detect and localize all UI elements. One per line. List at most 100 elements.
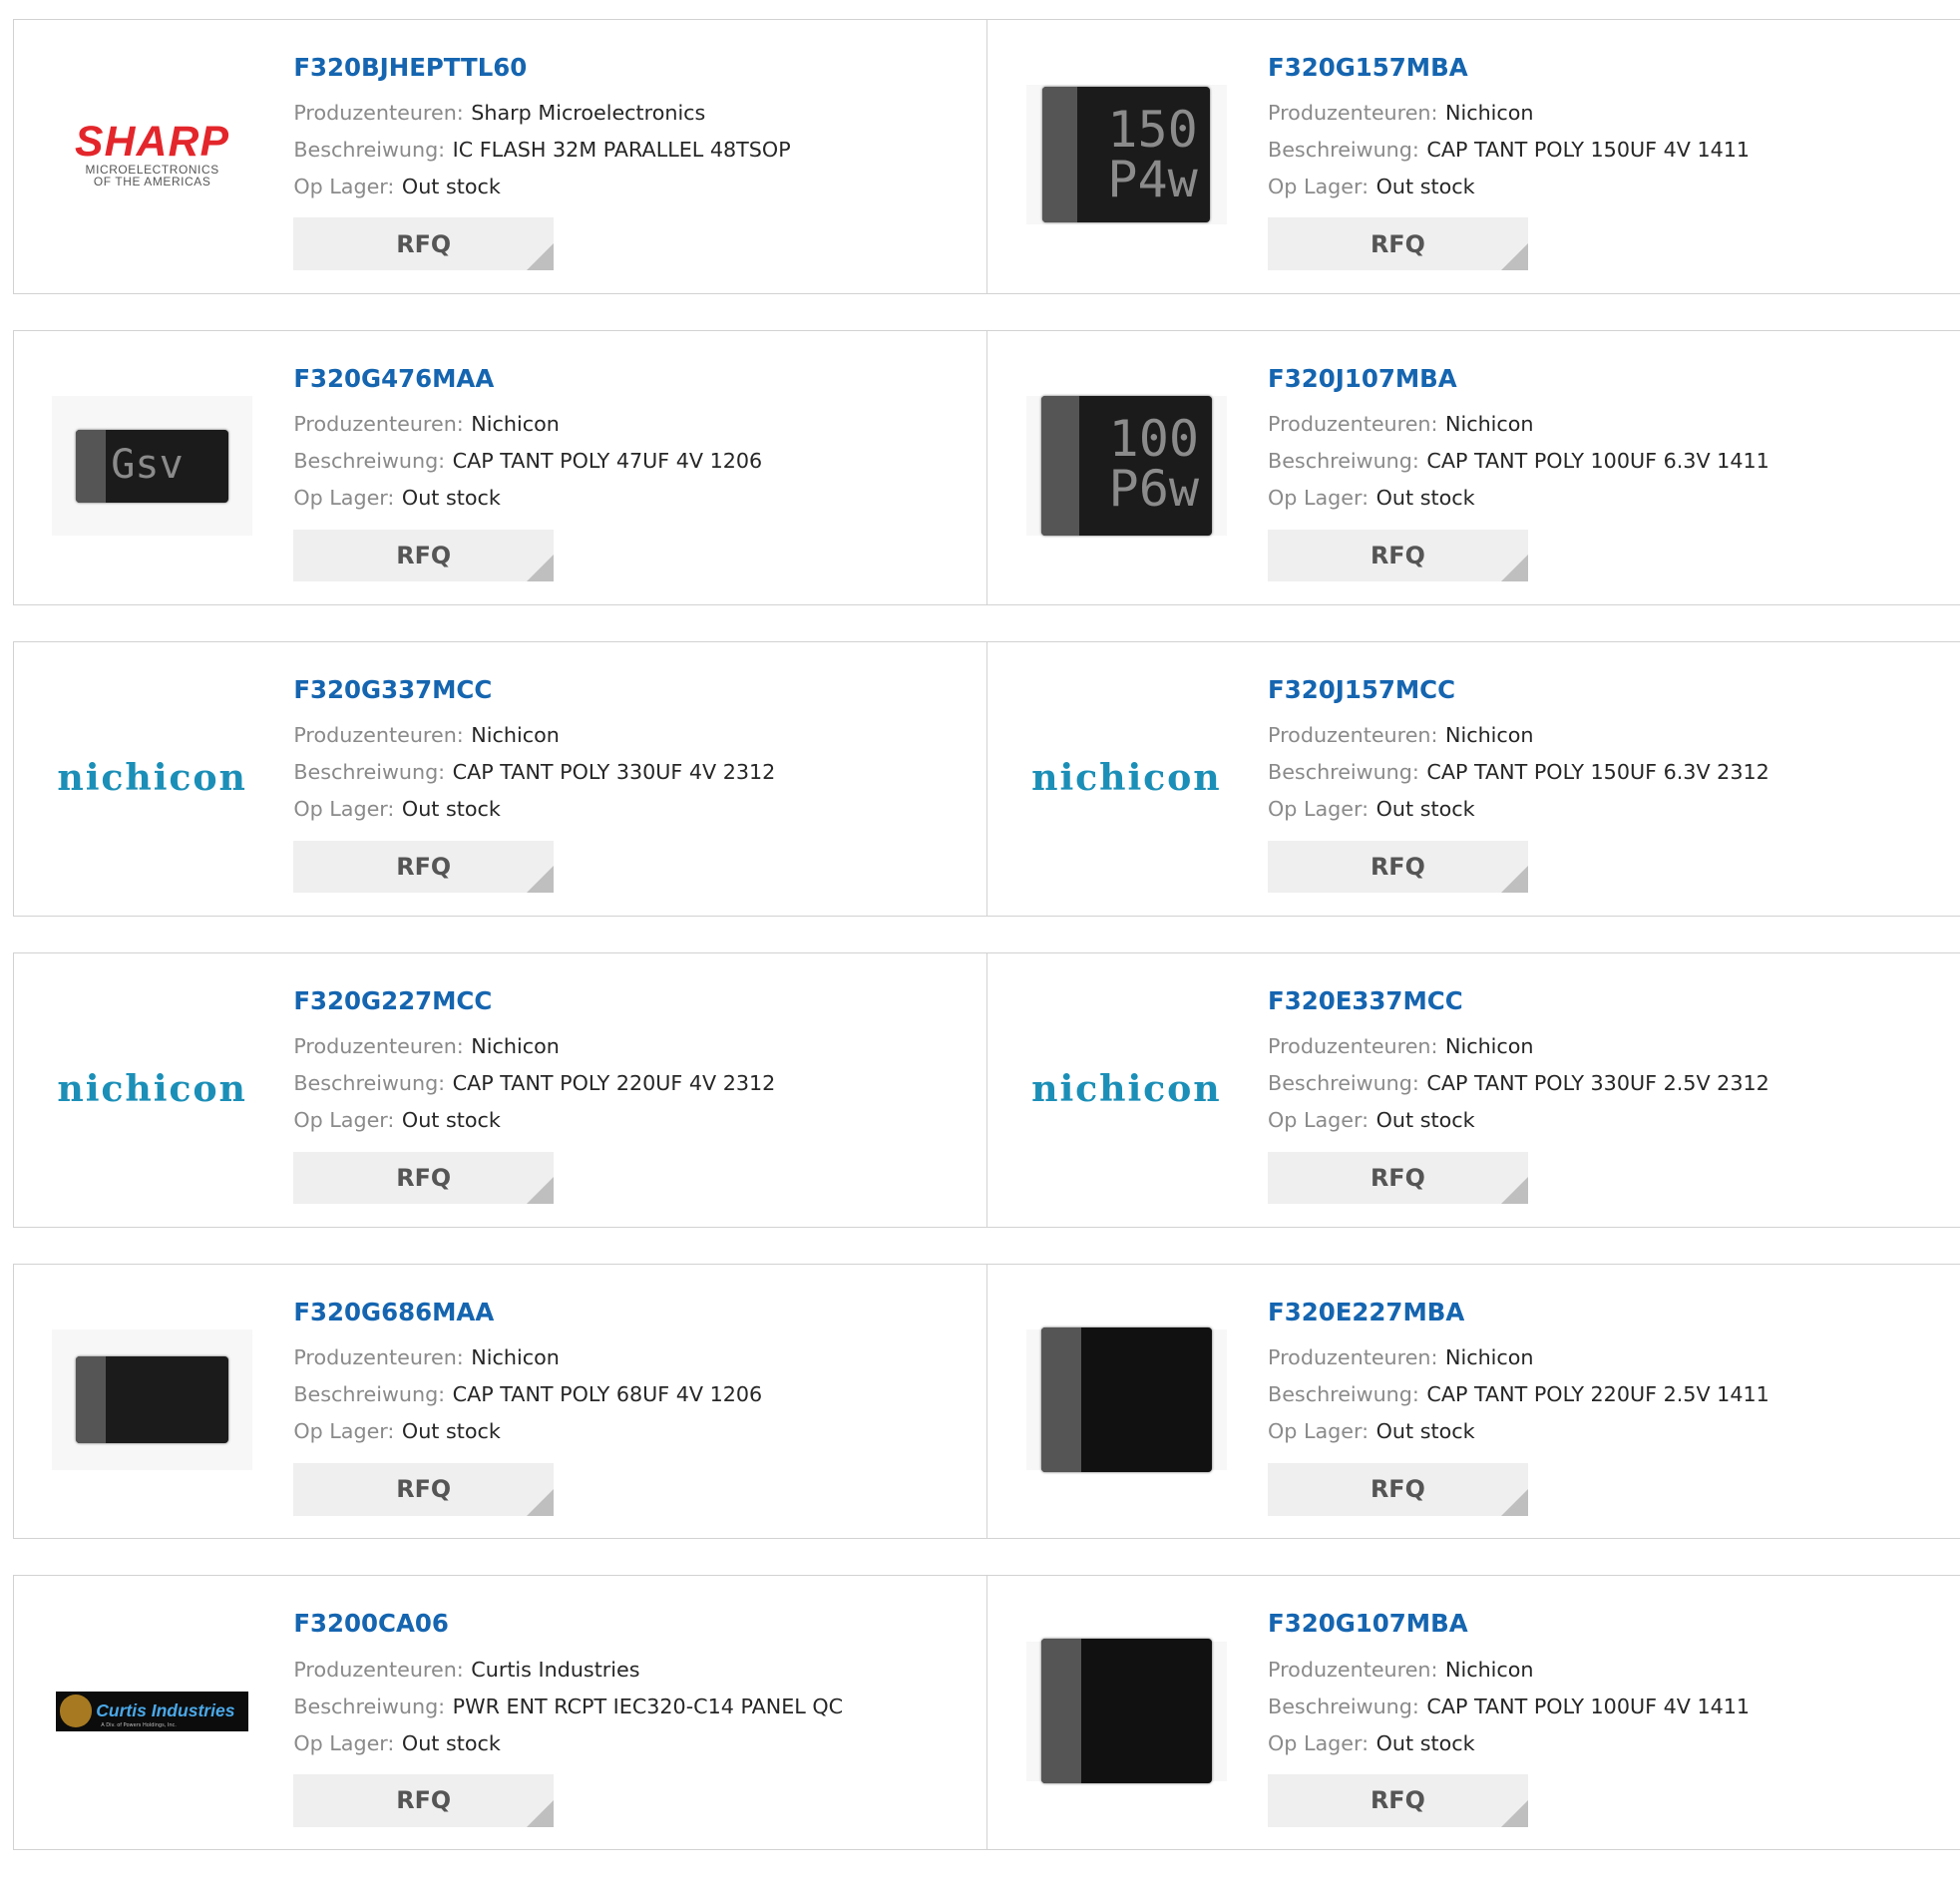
stock-value: Out stock	[1375, 797, 1475, 822]
part-number-link[interactable]: F320G337MCC	[293, 671, 974, 709]
description-value: CAP TANT POLY 330UF 4V 2312	[452, 760, 776, 785]
description-value: CAP TANT POLY 150UF 6.3V 2312	[1426, 760, 1769, 785]
manufacturer-label: Produzenteuren:	[1268, 1345, 1438, 1370]
stock-value: Out stock	[1375, 1419, 1475, 1444]
manufacturer-label: Produzenteuren:	[293, 1034, 464, 1059]
description-value: CAP TANT POLY 330UF 2.5V 2312	[1426, 1071, 1769, 1096]
product-card: F320E227MBA Produzenteuren: Nichicon Besc…	[987, 1264, 1960, 1539]
product-image	[1026, 1639, 1227, 1784]
corner-triangle-icon	[527, 866, 555, 894]
product-grid: SHARP MICROELECTRONICS OF THE AMERICAS F…	[12, 18, 1960, 1886]
part-number-link[interactable]: F3200CA06	[293, 1605, 974, 1643]
stock-value: Out stock	[401, 1419, 501, 1444]
part-number-link[interactable]: F320BJHEPTTL60	[293, 49, 974, 87]
corner-triangle-icon	[527, 1489, 555, 1516]
description-value: CAP TANT POLY 47UF 4V 1206	[452, 449, 763, 474]
product-card: F320G107MBA Produzenteuren: Nichicon Besc…	[987, 1575, 1960, 1851]
description-label: Beschreiwung:	[1268, 1071, 1419, 1096]
part-number-link[interactable]: F320E337MCC	[1268, 982, 1949, 1020]
corner-triangle-icon	[527, 1800, 555, 1827]
corner-triangle-icon	[1500, 555, 1528, 582]
rfq-button[interactable]: RFQ	[293, 529, 555, 582]
product-card: 100 P6w F320J107MBA Produzenteuren: Nichi…	[987, 329, 1960, 605]
manufacturer-logo-nichicon: nichicon	[1031, 1066, 1222, 1110]
product-card: nichicon F320E337MCC Produzenteuren: Nich…	[987, 952, 1960, 1228]
manufacturer-value: Nichicon	[471, 1034, 560, 1059]
product-row: Curtis Industries A Div. of Powers Holdi…	[12, 1575, 1960, 1851]
description-label: Beschreiwung:	[293, 1382, 446, 1407]
manufacturer-value: Curtis Industries	[471, 1657, 640, 1682]
product-card: Gsv F320G476MAA Produzenteuren: Nichicon …	[12, 329, 988, 605]
description-value: CAP TANT POLY 100UF 6.3V 1411	[1426, 449, 1769, 474]
rfq-button[interactable]: RFQ	[1268, 1774, 1528, 1827]
part-number-link[interactable]: F320G476MAA	[293, 360, 974, 398]
description-label: Beschreiwung:	[293, 1071, 446, 1096]
manufacturer-label: Produzenteuren:	[293, 100, 464, 125]
product-image: Gsv	[52, 396, 252, 537]
rfq-button[interactable]: RFQ	[1268, 1462, 1528, 1516]
part-number-link[interactable]: F320G686MAA	[293, 1294, 974, 1331]
manufacturer-logo-sharp: SHARP MICROELECTRONICS OF THE AMERICAS	[74, 118, 230, 189]
product-row: nichicon F320G227MCC Produzenteuren: Nich…	[12, 952, 1960, 1228]
stock-label: Op Lager:	[293, 174, 395, 198]
manufacturer-value: Nichicon	[1445, 1657, 1534, 1682]
product-image: 100 P6w	[1026, 396, 1227, 537]
rfq-button[interactable]: RFQ	[1268, 529, 1528, 582]
stock-label: Op Lager:	[293, 1730, 395, 1755]
description-value: CAP TANT POLY 100UF 4V 1411	[1426, 1694, 1751, 1718]
rfq-button[interactable]: RFQ	[293, 1462, 555, 1516]
product-image	[1026, 1326, 1227, 1473]
stock-value: Out stock	[1375, 174, 1475, 198]
stock-label: Op Lager:	[293, 486, 395, 511]
description-label: Beschreiwung:	[1268, 449, 1419, 474]
part-number-link[interactable]: F320J107MBA	[1268, 360, 1949, 398]
rfq-button[interactable]: RFQ	[293, 1774, 555, 1827]
product-card: 150 P4w F320G157MBA Produzenteuren: Nichi…	[987, 18, 1960, 294]
stock-label: Op Lager:	[1268, 486, 1370, 511]
description-label: Beschreiwung:	[293, 1694, 446, 1718]
description-value: CAP TANT POLY 220UF 2.5V 1411	[1426, 1382, 1769, 1407]
description-value: IC FLASH 32M PARALLEL 48TSOP	[452, 137, 791, 162]
manufacturer-value: Sharp Microelectronics	[471, 100, 706, 125]
manufacturer-value: Nichicon	[471, 723, 560, 748]
rfq-button[interactable]: RFQ	[293, 217, 555, 271]
manufacturer-label: Produzenteuren:	[293, 1657, 464, 1682]
corner-triangle-icon	[1500, 1489, 1528, 1516]
product-card: nichicon F320G337MCC Produzenteuren: Nich…	[12, 641, 988, 917]
rfq-button[interactable]: RFQ	[293, 840, 555, 894]
rfq-button[interactable]: RFQ	[1268, 217, 1528, 271]
description-label: Beschreiwung:	[1268, 137, 1419, 162]
description-label: Beschreiwung:	[293, 137, 446, 162]
manufacturer-label: Produzenteuren:	[293, 412, 464, 437]
description-value: CAP TANT POLY 150UF 4V 1411	[1426, 137, 1751, 162]
stock-value: Out stock	[401, 1108, 501, 1133]
part-number-link[interactable]: F320G107MBA	[1268, 1605, 1949, 1643]
manufacturer-logo-nichicon: nichicon	[57, 1066, 247, 1110]
part-number-link[interactable]: F320G227MCC	[293, 982, 974, 1020]
stock-label: Op Lager:	[1268, 797, 1370, 822]
stock-value: Out stock	[401, 1730, 501, 1755]
product-card: SHARP MICROELECTRONICS OF THE AMERICAS F…	[12, 18, 988, 294]
manufacturer-value: Nichicon	[1445, 723, 1534, 748]
product-image	[52, 1329, 252, 1470]
stock-value: Out stock	[401, 486, 501, 511]
manufacturer-label: Produzenteuren:	[1268, 100, 1438, 125]
part-number-link[interactable]: F320G157MBA	[1268, 49, 1949, 87]
rfq-button[interactable]: RFQ	[1268, 1151, 1528, 1205]
rfq-button[interactable]: RFQ	[1268, 840, 1528, 894]
part-number-link[interactable]: F320E227MBA	[1268, 1294, 1949, 1331]
description-label: Beschreiwung:	[293, 449, 446, 474]
rfq-button[interactable]: RFQ	[293, 1151, 555, 1205]
manufacturer-logo-curtis: Curtis Industries A Div. of Powers Holdi…	[52, 1642, 252, 1781]
product-row: SHARP MICROELECTRONICS OF THE AMERICAS F…	[12, 18, 1960, 294]
manufacturer-value: Nichicon	[1445, 412, 1534, 437]
part-number-link[interactable]: F320J157MCC	[1268, 671, 1949, 709]
corner-triangle-icon	[527, 555, 555, 582]
corner-triangle-icon	[1500, 1177, 1528, 1205]
product-row: nichicon F320G337MCC Produzenteuren: Nich…	[12, 641, 1960, 917]
manufacturer-label: Produzenteuren:	[1268, 723, 1438, 748]
product-card: nichicon F320G227MCC Produzenteuren: Nich…	[12, 952, 988, 1228]
description-value: CAP TANT POLY 68UF 4V 1206	[452, 1382, 763, 1407]
manufacturer-value: Nichicon	[471, 1345, 560, 1370]
stock-label: Op Lager:	[293, 797, 395, 822]
